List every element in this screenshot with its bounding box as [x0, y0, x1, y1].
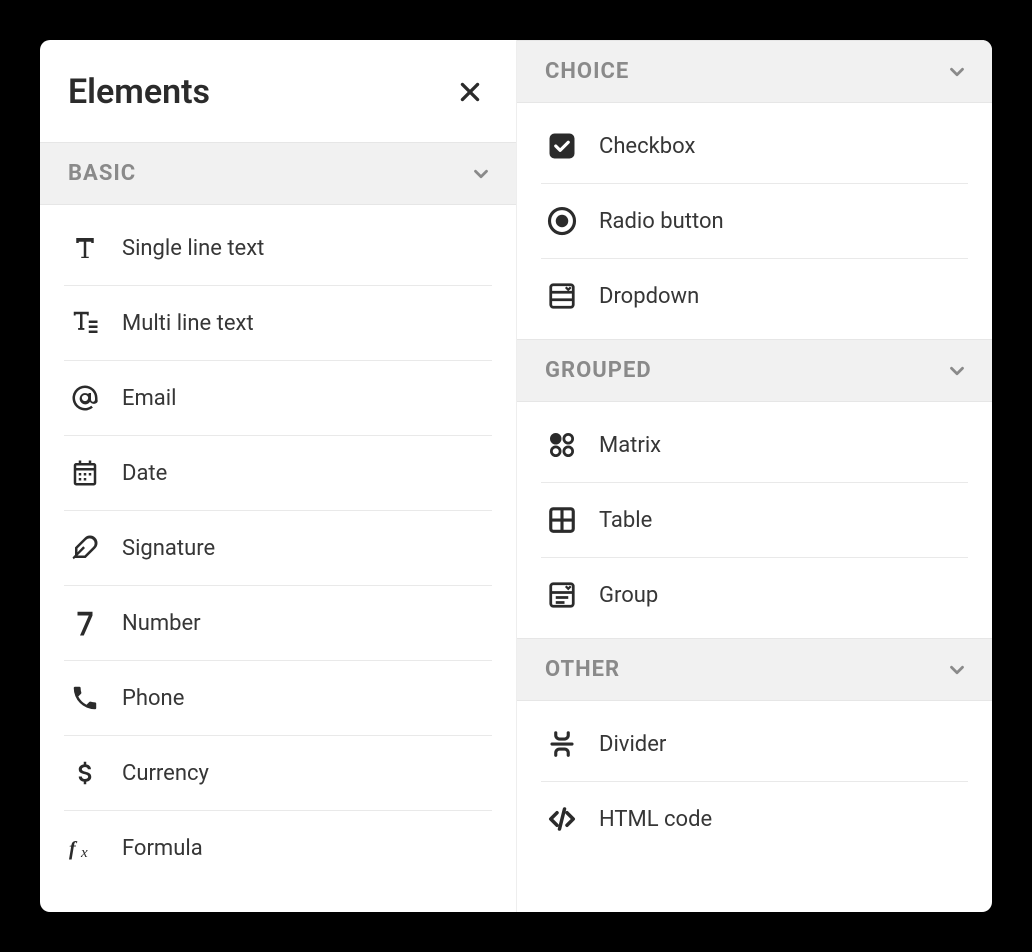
element-label: Phone	[122, 686, 184, 711]
dropdown-icon	[545, 279, 579, 313]
section-items-basic: Single line text Multi line text Email D…	[40, 205, 516, 891]
chevron-down-icon	[946, 659, 968, 681]
element-matrix[interactable]: Matrix	[541, 408, 968, 483]
section-title-basic: BASIC	[68, 161, 136, 186]
element-label: Email	[122, 386, 176, 411]
divider-icon	[545, 727, 579, 761]
group-icon	[545, 578, 579, 612]
element-label: Formula	[122, 836, 203, 861]
multiline-icon	[68, 306, 102, 340]
html-icon	[545, 802, 579, 836]
element-table[interactable]: Table	[541, 483, 968, 558]
at-icon	[68, 381, 102, 415]
left-column: Elements BASIC Single line text Multi li…	[40, 40, 516, 912]
matrix-icon	[545, 428, 579, 462]
close-icon	[457, 79, 483, 105]
dollar-icon	[68, 756, 102, 790]
section-header-choice[interactable]: CHOICE	[517, 40, 992, 103]
section-items-grouped: Matrix Table Group	[517, 402, 992, 638]
element-label: Signature	[122, 536, 215, 561]
element-label: Dropdown	[599, 284, 699, 309]
element-currency[interactable]: Currency	[64, 736, 492, 811]
element-divider[interactable]: Divider	[541, 707, 968, 782]
element-date[interactable]: Date	[64, 436, 492, 511]
element-label: Date	[122, 461, 167, 486]
element-label: Group	[599, 583, 658, 608]
calendar-icon	[68, 456, 102, 490]
phone-icon	[68, 681, 102, 715]
svg-text:f: f	[69, 838, 78, 860]
section-title-choice: CHOICE	[545, 59, 629, 84]
section-header-grouped[interactable]: GROUPED	[517, 339, 992, 402]
element-label: Number	[122, 611, 201, 636]
section-items-choice: Checkbox Radio button Dropdown	[517, 103, 992, 339]
element-label: Radio button	[599, 209, 724, 234]
element-label: HTML code	[599, 807, 712, 832]
section-title-grouped: GROUPED	[545, 358, 652, 383]
text-icon	[68, 231, 102, 265]
element-formula[interactable]: fx Formula	[64, 811, 492, 885]
element-html-code[interactable]: HTML code	[541, 782, 968, 856]
panel-title: Elements	[68, 72, 210, 112]
close-button[interactable]	[452, 74, 488, 110]
chevron-down-icon	[946, 360, 968, 382]
element-email[interactable]: Email	[64, 361, 492, 436]
section-title-other: OTHER	[545, 657, 620, 682]
checkbox-icon	[545, 129, 579, 163]
fx-icon: fx	[68, 831, 102, 865]
chevron-down-icon	[470, 163, 492, 185]
element-label: Currency	[122, 761, 209, 786]
element-label: Table	[599, 508, 652, 533]
panel-header: Elements	[40, 40, 516, 142]
table-icon	[545, 503, 579, 537]
right-column: CHOICE Checkbox Radio button Drop	[516, 40, 992, 912]
radio-icon	[545, 204, 579, 238]
feather-icon	[68, 531, 102, 565]
element-label: Checkbox	[599, 134, 695, 159]
element-label: Single line text	[122, 236, 264, 261]
chevron-down-icon	[946, 61, 968, 83]
element-group[interactable]: Group	[541, 558, 968, 632]
element-label: Divider	[599, 732, 666, 757]
element-single-line-text[interactable]: Single line text	[64, 211, 492, 286]
element-checkbox[interactable]: Checkbox	[541, 109, 968, 184]
element-signature[interactable]: Signature	[64, 511, 492, 586]
element-label: Multi line text	[122, 311, 254, 336]
element-phone[interactable]: Phone	[64, 661, 492, 736]
section-header-basic[interactable]: BASIC	[40, 142, 516, 205]
element-label: Matrix	[599, 433, 661, 458]
element-dropdown[interactable]: Dropdown	[541, 259, 968, 333]
element-radio-button[interactable]: Radio button	[541, 184, 968, 259]
svg-text:x: x	[80, 845, 88, 861]
element-number[interactable]: Number	[64, 586, 492, 661]
element-multi-line-text[interactable]: Multi line text	[64, 286, 492, 361]
section-items-other: Divider HTML code	[517, 701, 992, 862]
seven-icon	[68, 606, 102, 640]
section-header-other[interactable]: OTHER	[517, 638, 992, 701]
elements-panel: Elements BASIC Single line text Multi li…	[40, 40, 992, 912]
